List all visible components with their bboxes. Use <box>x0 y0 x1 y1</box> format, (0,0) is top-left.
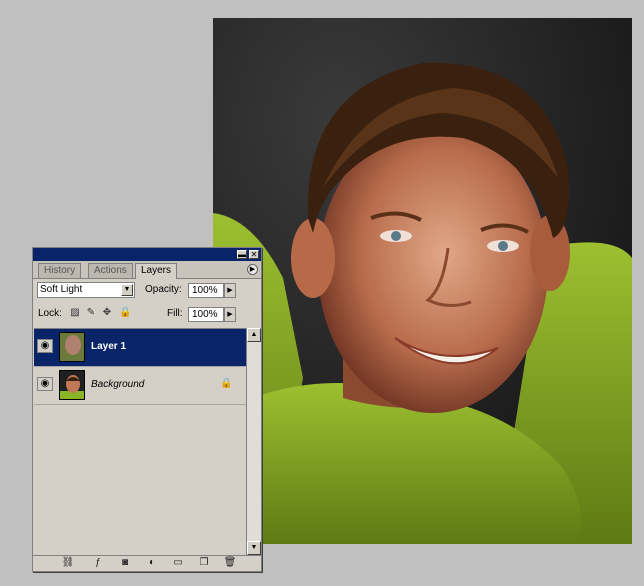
layers-bottom-toolbar: ⛓ ƒ ◙ ◐ ▭ ❐ 🗑 <box>33 555 261 571</box>
fill-label: Fill: <box>167 308 183 319</box>
layer-thumbnail <box>59 332 85 362</box>
eye-icon[interactable]: ◉ <box>37 377 53 391</box>
move-icon[interactable]: ✥ <box>101 307 113 319</box>
tab-layers[interactable]: Layers <box>135 263 178 279</box>
fill-input[interactable]: 100% <box>188 307 224 322</box>
layer-name: Background <box>91 379 145 390</box>
layer-thumbnail <box>59 370 85 400</box>
blend-mode-select[interactable]: Soft Light ▼ <box>37 282 135 298</box>
blend-row: Soft Light ▼ Opacity: 100% ▶ <box>33 282 261 300</box>
portrait-photo <box>213 18 632 544</box>
chevron-down-icon[interactable]: ▼ <box>121 284 133 296</box>
layer-style-icon[interactable]: ƒ <box>91 557 105 569</box>
padlock-icon: 🔒 <box>220 378 233 389</box>
close-icon[interactable]: ✕ <box>249 250 259 259</box>
trash-icon[interactable]: 🗑 <box>223 557 237 569</box>
opacity-input[interactable]: 100% <box>188 283 224 298</box>
link-layers-icon[interactable]: ⛓ <box>61 557 75 569</box>
opacity-slider-arrow-icon[interactable]: ▶ <box>224 283 236 298</box>
tab-actions[interactable]: Actions <box>88 263 133 278</box>
brush-icon[interactable]: ✎ <box>85 307 97 319</box>
new-group-icon[interactable]: ▭ <box>171 557 185 569</box>
padlock-icon[interactable]: 🔒 <box>119 307 131 319</box>
scroll-up-icon[interactable]: ▲ <box>247 328 261 342</box>
lock-label: Lock: <box>38 308 62 319</box>
layers-scrollbar[interactable]: ▲ ▼ <box>246 328 261 555</box>
lock-transparency-icon[interactable]: ▨ <box>69 307 81 319</box>
new-layer-icon[interactable]: ❐ <box>197 557 211 569</box>
palette-menu-icon[interactable]: ▶ <box>247 264 258 275</box>
blend-mode-value: Soft Light <box>40 284 83 295</box>
document-canvas[interactable] <box>213 18 632 544</box>
layers-list: ◉ Layer 1 ◉ Background 🔒 <box>34 328 246 556</box>
scroll-down-icon[interactable]: ▼ <box>247 541 261 555</box>
eye-icon[interactable]: ◉ <box>37 339 53 353</box>
layer-row-background[interactable]: ◉ Background 🔒 <box>34 367 246 405</box>
palette-tabs: History Actions Layers ▶ <box>33 261 261 279</box>
tab-history[interactable]: History <box>38 263 82 278</box>
adjustment-layer-icon[interactable]: ◐ <box>145 557 159 569</box>
layer-mask-icon[interactable]: ◙ <box>118 557 132 569</box>
palette-titlebar[interactable]: ▬ ✕ <box>33 248 261 261</box>
minimize-icon[interactable]: ▬ <box>237 250 247 259</box>
layer-row-layer-1[interactable]: ◉ Layer 1 <box>34 329 246 367</box>
layers-palette: ▬ ✕ History Actions Layers ▶ Soft Light … <box>32 247 262 572</box>
lock-row: Lock: ▨ ✎ ✥ 🔒 Fill: 100% ▶ <box>33 307 261 323</box>
layer-name: Layer 1 <box>91 341 127 352</box>
fill-slider-arrow-icon[interactable]: ▶ <box>224 307 236 322</box>
opacity-label: Opacity: <box>145 284 182 295</box>
